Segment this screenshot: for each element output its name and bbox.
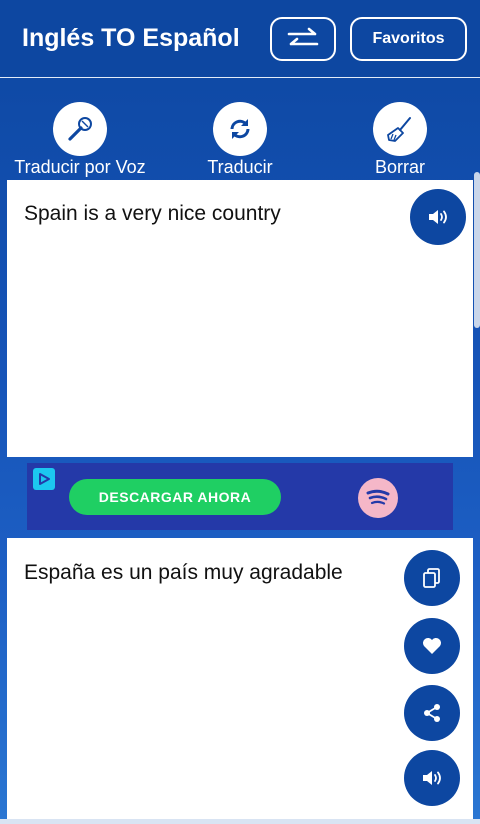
copy-icon [423,568,440,588]
clear-action[interactable]: Borrar [325,102,475,177]
clear-label: Borrar [374,157,425,177]
scrollbar-thumb[interactable] [474,172,480,328]
source-speak-button[interactable] [410,189,466,245]
ad-logo [358,478,398,518]
bottom-divider [0,819,480,824]
microphone-icon [68,117,92,141]
swap-arrows-icon [287,27,319,46]
translate-button[interactable] [213,102,267,156]
broom-icon [387,117,411,142]
app-title: Inglés TO Español [22,24,240,52]
ad-download-button[interactable]: DESCARGAR AHORA [69,479,281,515]
source-text-panel[interactable]: Spain is a very nice country [7,180,473,457]
favorite-button[interactable] [404,618,460,674]
ad-choices-badge[interactable] [33,468,55,490]
ad-choices-icon [39,473,50,485]
share-icon [424,704,440,722]
share-button[interactable] [404,685,460,741]
speaker-icon [429,210,447,224]
voice-translate-action[interactable]: Traducir por Voz [5,102,155,177]
app-header: Inglés TO Español Favoritos [0,0,480,78]
ad-banner[interactable]: DESCARGAR AHORA [27,463,453,530]
favorites-button[interactable]: Favoritos [350,17,467,61]
result-speak-button[interactable] [404,750,460,806]
copy-button[interactable] [404,550,460,606]
refresh-icon [230,119,250,139]
voice-translate-label: Traducir por Voz [14,157,146,177]
translate-action[interactable]: Traducir [165,102,315,177]
source-text[interactable]: Spain is a very nice country [24,202,281,226]
spotify-logo-icon [366,489,390,505]
voice-translate-button[interactable] [53,102,107,156]
swap-languages-button[interactable] [270,17,336,61]
result-text-panel: España es un país muy agradable [7,538,473,819]
heart-icon [423,638,441,654]
translate-label: Traducir [207,157,273,177]
speaker-icon [423,771,441,785]
clear-button[interactable] [373,102,427,156]
result-text: España es un país muy agradable [24,561,343,584]
